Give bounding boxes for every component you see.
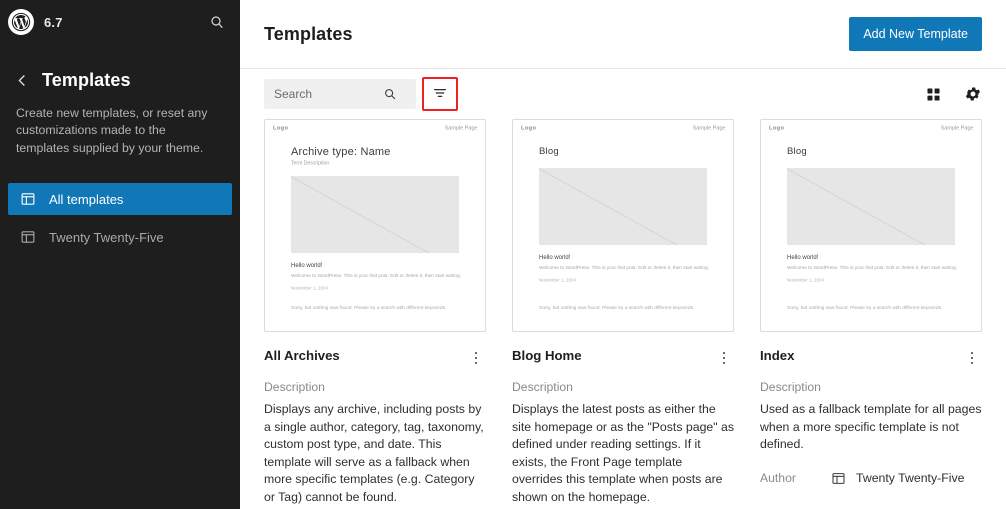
preview-body: Blog Hello world! Welcome to WordPress. … <box>513 146 733 284</box>
app-root: 6.7 Templates Create new templates, or r… <box>0 0 1006 509</box>
template-icon <box>830 470 847 487</box>
preview-post-excerpt: Welcome to WordPress. This is your first… <box>539 264 710 271</box>
preview-post-title: Hello world! <box>291 263 323 269</box>
card-title[interactable]: Blog Home <box>512 348 582 363</box>
card-header: Index <box>760 348 982 368</box>
wordpress-logo-icon[interactable] <box>8 9 34 35</box>
description-label: Description <box>512 380 573 394</box>
author-value: Twenty Twenty-Five <box>830 470 964 487</box>
search-input[interactable] <box>274 87 382 101</box>
author-row: Author Twenty Twenty-Five <box>760 470 982 487</box>
chevron-left-icon[interactable] <box>12 71 32 91</box>
description-label: Description <box>760 380 821 394</box>
toolbar-right-actions <box>922 83 984 105</box>
sidebar: 6.7 Templates Create new templates, or r… <box>0 0 240 509</box>
sidebar-header: Templates <box>0 44 240 91</box>
templates-grid: Logo Sample Page Archive type: Name Term… <box>240 119 1006 509</box>
preview-site-logo: Logo <box>521 124 537 132</box>
preview-placeholder-image <box>291 176 459 253</box>
card-title[interactable]: Index <box>760 348 794 363</box>
search-icon <box>382 86 398 102</box>
preview-site-logo: Logo <box>769 124 785 132</box>
sidebar-top-bar: 6.7 <box>0 0 240 44</box>
preview-placeholder-image <box>787 168 955 245</box>
filter-button[interactable] <box>425 80 455 108</box>
author-label: Author <box>760 471 796 486</box>
preview-title: Blog <box>787 146 807 157</box>
preview-post-meta: November 1, 2024 <box>539 277 577 284</box>
sidebar-item-label: Twenty Twenty-Five <box>49 229 164 245</box>
sidebar-description: Create new templates, or reset any custo… <box>16 106 208 155</box>
filter-button-highlight <box>422 77 458 111</box>
preview-footer-text: Sorry, but nothing was found. Please try… <box>539 304 695 311</box>
preview-post-meta: November 1, 2024 <box>787 277 825 284</box>
template-icon <box>18 190 37 209</box>
preview-body: Blog Hello world! Welcome to WordPress. … <box>761 146 981 284</box>
gear-icon[interactable] <box>962 83 984 105</box>
preview-subtitle: Term Description <box>291 160 330 166</box>
preview-footer-text: Sorry, but nothing was found. Please try… <box>291 304 447 311</box>
toolbar <box>240 69 1006 119</box>
template-preview[interactable]: Logo Sample Page Archive type: Name Term… <box>264 119 486 332</box>
card-header: Blog Home <box>512 348 734 368</box>
template-card: Logo Sample Page Blog Hello world! Welco… <box>512 119 734 509</box>
preview-site-logo: Logo <box>273 124 289 132</box>
template-card: Logo Sample Page Archive type: Name Term… <box>264 119 486 509</box>
filter-icon <box>432 85 448 104</box>
preview-footer-text: Sorry, but nothing was found. Please try… <box>787 304 943 311</box>
preview-title: Archive type: Name <box>291 146 391 158</box>
grid-view-icon[interactable] <box>922 83 944 105</box>
preview-post-excerpt: Welcome to WordPress. This is your first… <box>787 264 958 271</box>
sidebar-item-all-templates[interactable]: All templates <box>8 183 232 216</box>
preview-post-meta: November 1, 2024 <box>291 285 329 292</box>
search-icon[interactable] <box>206 11 228 33</box>
kebab-menu-icon[interactable] <box>466 348 486 368</box>
preview-post-title: Hello world! <box>787 255 819 261</box>
preview-top-bar: Logo Sample Page <box>761 120 981 132</box>
kebab-menu-icon[interactable] <box>714 348 734 368</box>
search-field[interactable] <box>264 79 416 109</box>
sidebar-item-label: All templates <box>49 191 124 207</box>
preview-post-title: Hello world! <box>539 255 571 261</box>
template-icon <box>18 228 37 247</box>
card-title[interactable]: All Archives <box>264 348 340 363</box>
add-new-template-button[interactable]: Add New Template <box>849 17 982 51</box>
page-title: Templates <box>264 23 353 44</box>
template-preview[interactable]: Logo Sample Page Blog Hello world! Welco… <box>512 119 734 332</box>
preview-body: Archive type: Name Term Description Hell… <box>265 146 485 292</box>
main-content: Templates Add New Template Search Logo S… <box>240 0 1006 509</box>
sidebar-item-twenty-twenty-five[interactable]: Twenty Twenty-Five <box>8 221 232 253</box>
sidebar-nav: All templates Twenty Twenty-Five <box>0 183 240 253</box>
kebab-menu-icon[interactable] <box>962 348 982 368</box>
card-description: Displays any archive, including posts by… <box>264 402 484 504</box>
preview-nav-link: Sample Page <box>940 124 973 132</box>
preview-top-bar: Logo Sample Page <box>265 120 485 132</box>
card-description: Displays the latest posts as either the … <box>512 402 735 504</box>
template-preview[interactable]: Logo Sample Page Blog Hello world! Welco… <box>760 119 982 332</box>
description-label: Description <box>264 380 325 394</box>
preview-top-bar: Logo Sample Page <box>513 120 733 132</box>
preview-nav-link: Sample Page <box>444 124 477 132</box>
preview-title: Blog <box>539 146 559 157</box>
card-header: All Archives <box>264 348 486 368</box>
sidebar-title: Templates <box>42 70 131 90</box>
author-name: Twenty Twenty-Five <box>856 471 965 486</box>
preview-placeholder-image <box>539 168 707 245</box>
preview-nav-link: Sample Page <box>692 124 725 132</box>
card-description: Used as a fallback template for all page… <box>760 402 982 452</box>
wordpress-version-label: 6.7 <box>44 14 63 30</box>
preview-post-excerpt: Welcome to WordPress. This is your first… <box>291 272 462 279</box>
template-card: Logo Sample Page Blog Hello world! Welco… <box>760 119 982 509</box>
main-header: Templates Add New Template <box>240 0 1006 69</box>
